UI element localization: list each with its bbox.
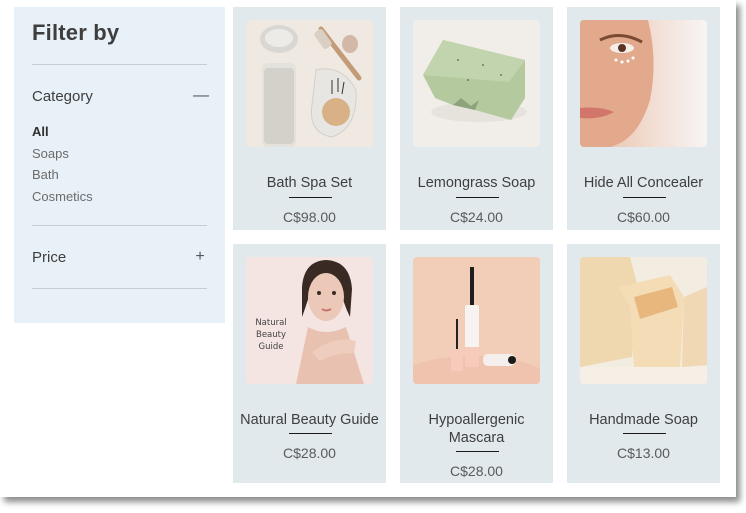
price-label: Price — [32, 248, 67, 266]
name-underline — [622, 433, 666, 434]
name-underline — [455, 451, 499, 452]
name-underline — [622, 197, 666, 198]
product-price: C$13.00 — [617, 445, 670, 461]
product-price: C$60.00 — [617, 209, 670, 225]
category-item-soaps[interactable]: Soaps — [32, 146, 93, 168]
cover-text-line: Natural — [255, 318, 287, 328]
category-filter-toggle[interactable]: Category — — [32, 85, 209, 107]
product-price: C$28.00 — [283, 445, 336, 461]
product-card[interactable]: Natural Beauty Guide Natural Beauty Guid… — [233, 244, 386, 483]
handmade-soap-image[interactable] — [580, 257, 707, 384]
plus-icon[interactable]: + — [193, 249, 207, 265]
product-price: C$98.00 — [283, 209, 336, 225]
divider — [32, 64, 207, 65]
category-item-bath[interactable]: Bath — [32, 167, 93, 189]
product-price: C$24.00 — [450, 209, 503, 225]
bath-spa-set-image[interactable] — [246, 20, 373, 147]
filter-sidebar: Filter by Category — All Soaps Bath Cosm… — [14, 7, 225, 323]
product-card[interactable]: Handmade Soap C$13.00 — [567, 244, 720, 483]
category-list: All Soaps Bath Cosmetics — [32, 124, 93, 210]
filter-title: Filter by — [32, 20, 120, 45]
product-name[interactable]: Handmade Soap — [567, 411, 720, 429]
product-name[interactable]: Bath Spa Set — [233, 174, 386, 192]
mascara-image[interactable] — [413, 257, 540, 384]
product-name[interactable]: Hide All Concealer — [567, 174, 720, 192]
price-filter-toggle[interactable]: Price + — [32, 246, 207, 268]
cover-text-line: Beauty — [255, 330, 287, 340]
divider — [32, 225, 207, 226]
product-price: C$28.00 — [450, 463, 503, 479]
product-card[interactable]: Bath Spa Set C$98.00 — [233, 7, 386, 230]
category-item-cosmetics[interactable]: Cosmetics — [32, 189, 93, 211]
category-label: Category — [32, 87, 93, 105]
product-name[interactable]: Hypoallergenic Mascara — [400, 411, 553, 447]
divider — [32, 288, 207, 289]
lemongrass-soap-image[interactable] — [413, 20, 540, 147]
product-name[interactable]: Natural Beauty Guide — [233, 411, 386, 429]
category-item-all[interactable]: All — [32, 124, 93, 146]
product-card[interactable]: Lemongrass Soap C$24.00 — [400, 7, 553, 230]
product-name-line: Hypoallergenic — [428, 412, 525, 428]
concealer-face-image[interactable] — [580, 20, 707, 147]
product-card[interactable]: Hypoallergenic Mascara C$28.00 — [400, 244, 553, 483]
minus-icon[interactable]: — — [193, 88, 209, 104]
product-card[interactable]: Hide All Concealer C$60.00 — [567, 7, 720, 230]
name-underline — [288, 197, 332, 198]
product-name[interactable]: Lemongrass Soap — [400, 174, 553, 192]
product-name-line: Mascara — [448, 430, 505, 446]
cover-text-line: Guide — [258, 342, 284, 352]
name-underline — [288, 433, 332, 434]
beauty-guide-cover-image[interactable]: Natural Beauty Guide — [246, 257, 373, 384]
name-underline — [455, 197, 499, 198]
